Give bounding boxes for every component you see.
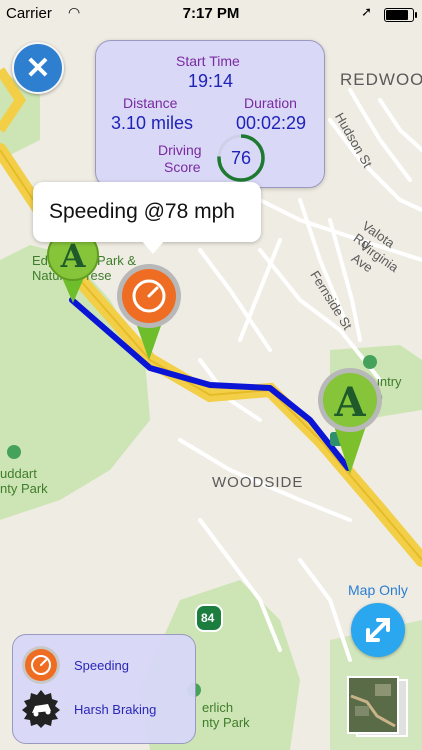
legend-harsh-braking: Harsh Braking [21, 689, 156, 729]
speeding-event-pin[interactable] [113, 262, 185, 362]
highway-84-label: 84 [201, 611, 215, 625]
legend-harsh-braking-label: Harsh Braking [74, 701, 157, 717]
driving-score-label-2: Score [164, 159, 201, 175]
map-only-button[interactable] [351, 603, 405, 657]
map-label-woodside: WOODSIDE [212, 474, 304, 491]
legend-speeding-label: Speeding [74, 657, 129, 673]
duration-label: Duration [244, 95, 297, 111]
driving-score-gauge: 76 [216, 133, 266, 183]
distance-label: Distance [123, 95, 178, 111]
distance-value: 3.10 miles [111, 113, 194, 133]
speeding-callout-text: Speeding @78 mph [49, 200, 235, 223]
speeding-callout: Speeding @78 mph [33, 182, 261, 254]
map-label-huddart: uddart [0, 466, 37, 481]
status-time: 7:17 PM [182, 5, 240, 22]
battery-icon [384, 8, 417, 22]
duration-value: 00:02:29 [236, 113, 307, 133]
driving-score-label-1: Driving [158, 142, 202, 158]
map-label-wunderlich: erlich [202, 700, 234, 715]
map-only-label[interactable]: Map Only [348, 582, 408, 598]
event-legend: Speeding Harsh Braking [12, 634, 196, 744]
map-label-huddart-2: nty Park [0, 481, 48, 496]
map-label-wunderlich-2: nty Park [202, 715, 250, 730]
satellite-view-toggle[interactable] [347, 676, 410, 738]
status-bar: Carrier ◠ 7:17 PM ➚ [0, 0, 422, 28]
legend-speeding: Speeding [21, 645, 129, 685]
svg-text:A: A [60, 237, 87, 275]
start-time-label: Start Time [176, 53, 240, 69]
car-braking-icon [22, 690, 60, 728]
close-icon: ✕ [25, 51, 51, 85]
speedometer-icon [22, 646, 60, 684]
map-label-redwood: REDWOO [340, 70, 422, 89]
svg-text:A: A [333, 379, 366, 426]
trip-summary-card: Start Time 19:14 Distance 3.10 miles Dur… [95, 40, 325, 188]
location-arrow-icon: ➚ [361, 4, 372, 19]
end-pin-icon[interactable]: A [314, 364, 386, 476]
expand-arrows-icon [366, 618, 390, 642]
driving-score-value: 76 [230, 148, 252, 168]
close-button[interactable]: ✕ [12, 42, 64, 94]
start-time-value: 19:14 [188, 71, 234, 91]
